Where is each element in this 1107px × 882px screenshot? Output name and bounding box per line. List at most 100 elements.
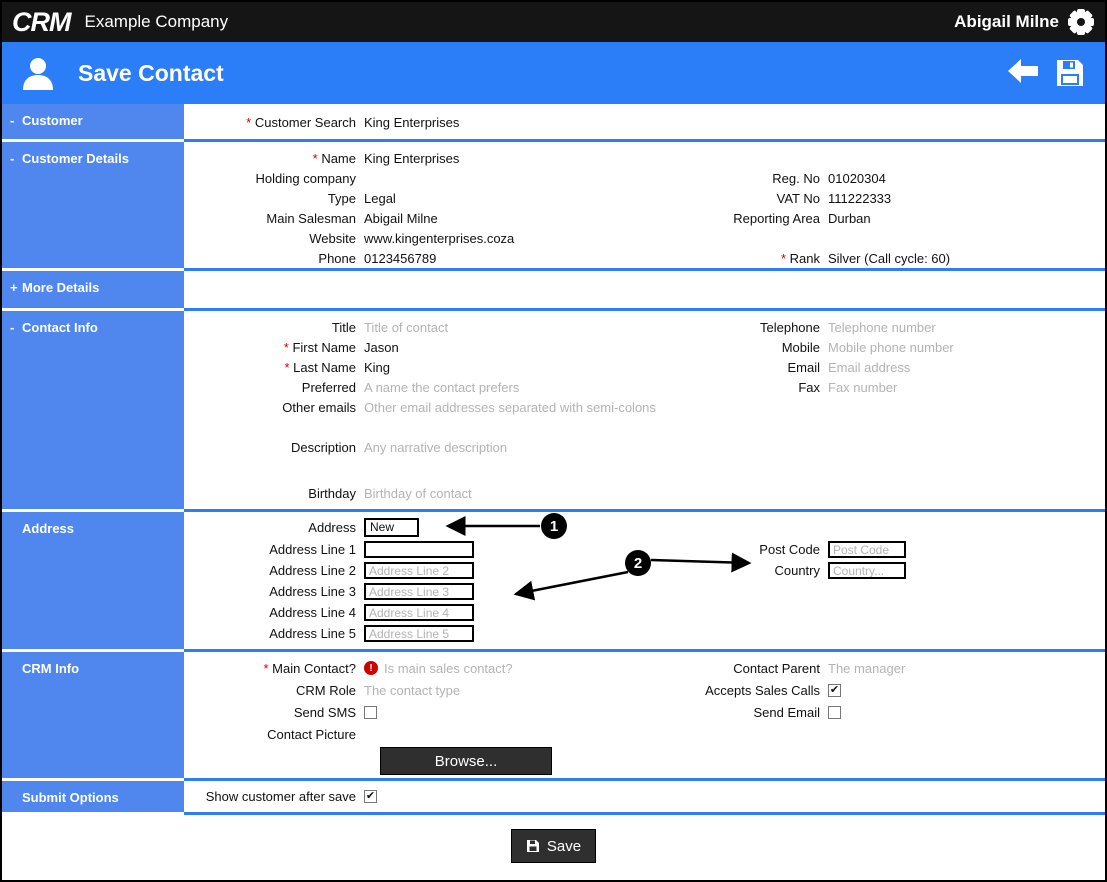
sidebar-item-contact-info[interactable]: - Contact Info [2, 311, 184, 512]
reg-no-input[interactable] [828, 170, 998, 186]
address-line-3-input[interactable] [364, 583, 474, 600]
name-input[interactable] [364, 150, 664, 166]
address-line-2-input[interactable] [364, 562, 474, 579]
sidebar-item-crm-info[interactable]: CRM Info [2, 652, 184, 781]
crm-app: CRM Example Company Abigail Milne Save C… [0, 0, 1107, 882]
fax-input[interactable] [828, 379, 998, 395]
address-line-5-input[interactable] [364, 625, 474, 642]
last-name-input[interactable] [364, 359, 664, 375]
expand-indicator: + [10, 280, 18, 295]
topbar-right: Abigail Milne [954, 8, 1095, 36]
description-input[interactable] [364, 439, 664, 455]
address-line-5-label: Address Line 5 [269, 626, 356, 641]
section-address: Address New Address Line 1 Address Line … [184, 512, 1105, 652]
crm-role-label: CRM Role [296, 682, 356, 698]
address-line-1-label: Address Line 1 [269, 542, 356, 557]
description-label: Description [290, 439, 356, 455]
country-input[interactable] [828, 562, 906, 579]
type-label: Type [327, 190, 356, 206]
sidebar-item-label: More Details [22, 280, 100, 295]
send-sms-checkbox[interactable] [364, 705, 377, 719]
contact-parent-input[interactable] [828, 660, 998, 676]
first-name-input[interactable] [364, 339, 664, 355]
telephone-input[interactable] [828, 319, 998, 335]
browse-button[interactable]: Browse... [380, 747, 552, 775]
sidebar-item-label: Address [22, 521, 75, 536]
rank-label: Rank [662, 251, 828, 266]
reg-no-label: Reg. No [772, 170, 820, 186]
sidebar-item-label: CRM Info [22, 661, 80, 676]
type-value[interactable]: Legal [364, 191, 396, 206]
birthday-input[interactable] [364, 485, 664, 501]
other-emails-input[interactable] [364, 399, 674, 415]
section-contact-info: Title First Name Last Name Preferred [184, 311, 1105, 512]
page-title: Save Contact [78, 59, 224, 86]
fax-label: Fax [798, 379, 820, 395]
titlebar-icons [1007, 58, 1087, 88]
phone-label: Phone [318, 250, 356, 266]
address-line-4-label: Address Line 4 [269, 605, 356, 620]
phone-input[interactable] [364, 250, 664, 266]
section-more-details [184, 271, 1105, 311]
address-line-4-input[interactable] [364, 604, 474, 621]
address-line-2-label: Address Line 2 [269, 563, 356, 578]
holding-company-input[interactable] [364, 170, 664, 186]
last-name-label: Last Name [184, 360, 364, 375]
save-icon[interactable] [1055, 58, 1087, 88]
reporting-area-input[interactable] [828, 210, 998, 226]
accepts-sales-calls-checkbox[interactable] [828, 683, 841, 697]
footer: Save [2, 815, 1105, 880]
title-label: Title [331, 319, 356, 335]
topbar: CRM Example Company Abigail Milne [2, 2, 1105, 42]
contact-person-icon [20, 55, 56, 91]
send-email-label: Send Email [753, 704, 820, 720]
post-code-label: Post Code [759, 542, 820, 557]
section-customer-details: Name Holding company Type Legal Main Sal… [184, 142, 1105, 271]
section-customer: Customer Search [184, 104, 1105, 142]
sidebar-item-more-details[interactable]: + More Details [2, 271, 184, 311]
back-icon[interactable] [1007, 58, 1039, 88]
collapse-indicator: - [10, 151, 15, 166]
send-email-checkbox[interactable] [828, 705, 841, 719]
email-input[interactable] [828, 359, 998, 375]
sidebar-item-label: Submit Options [22, 790, 119, 805]
show-customer-after-save-checkbox[interactable] [364, 789, 377, 803]
address-line-1-input[interactable] [364, 541, 474, 558]
company-name: Example Company [84, 12, 229, 31]
preferred-input[interactable] [364, 379, 664, 395]
mobile-label: Mobile [781, 339, 820, 355]
main-salesman-input[interactable] [364, 210, 664, 226]
main-contact-input[interactable] [384, 660, 584, 676]
sidebar-item-customer-details[interactable]: - Customer Details [2, 142, 184, 271]
website-input[interactable] [364, 230, 664, 246]
sidebar-item-label: Customer Details [22, 151, 129, 166]
alert-icon [364, 661, 378, 675]
gear-icon[interactable] [1067, 8, 1095, 36]
rank-value[interactable]: Silver (Call cycle: 60) [828, 251, 950, 266]
email-label: Email [787, 359, 820, 375]
sidebar-item-address[interactable]: Address [2, 512, 184, 652]
save-button-label: Save [546, 837, 582, 855]
reporting-area-label: Reporting Area [733, 210, 820, 226]
section-submit-options: Show customer after save [184, 781, 1105, 815]
post-code-input[interactable] [828, 541, 906, 558]
vat-no-input[interactable] [828, 190, 998, 206]
crm-role-input[interactable] [364, 682, 664, 698]
sidebar-item-label: Customer [22, 113, 83, 128]
other-emails-label: Other emails [282, 399, 356, 415]
sidebar-item-label: Contact Info [22, 320, 98, 335]
sidebar-item-submit-options[interactable]: Submit Options [2, 781, 184, 815]
save-button[interactable]: Save [510, 829, 597, 863]
customer-search-input[interactable] [364, 114, 664, 130]
section-crm-info: Main Contact? CRM Role Send SMS Contact … [184, 652, 1105, 781]
contact-parent-label: Contact Parent [733, 660, 820, 676]
accepts-sales-calls-label: Accepts Sales Calls [705, 682, 820, 698]
mobile-input[interactable] [828, 339, 998, 355]
address-selector[interactable]: New [364, 517, 419, 537]
show-customer-after-save-label: Show customer after save [205, 788, 356, 804]
holding-company-label: Holding company [255, 170, 356, 186]
sidebar-item-customer[interactable]: - Customer [2, 104, 184, 142]
country-label: Country [774, 563, 820, 578]
title-input[interactable] [364, 319, 664, 335]
save-button-floppy-icon [526, 839, 540, 853]
